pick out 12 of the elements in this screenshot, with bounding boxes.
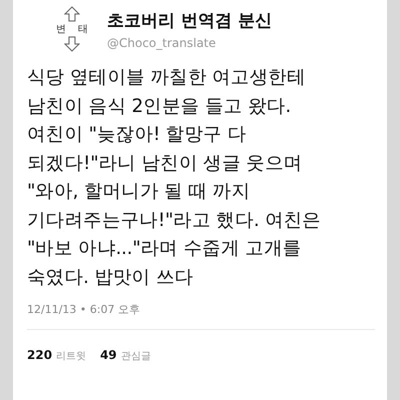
stat-label: 관심글 (120, 350, 151, 363)
timestamp: 12/11/13 • 6:07 오후 (27, 303, 140, 316)
stat-label: 리트윗 (56, 350, 86, 363)
tweet-text: 식당 옆테이블 까칠한 여고생한테 남친이 음식 2인분을 들고 왔다. 여친이 "늦잖아! 할망구 다 되겠다!"라니 남친이 생글 웃으며 "와아, 할머니가 될 때 까지 기다려주는구나!"라고 했다. 여친은 "바보 아냐..."라며 수줍게 고개를 숙였다. 밥맛이 쓰다 (27, 66, 322, 290)
stat-count: 220 (27, 348, 52, 362)
avatar-label: 변 (56, 23, 66, 36)
author-name: 초코버리 번역겸 분신 (107, 10, 272, 32)
down-arrow-icon (64, 36, 80, 52)
author-handle: @Choco_translate (107, 36, 217, 50)
up-arrow-icon (64, 6, 80, 22)
stat-count: 49 (100, 348, 117, 362)
avatar-label: 태 (78, 23, 88, 36)
